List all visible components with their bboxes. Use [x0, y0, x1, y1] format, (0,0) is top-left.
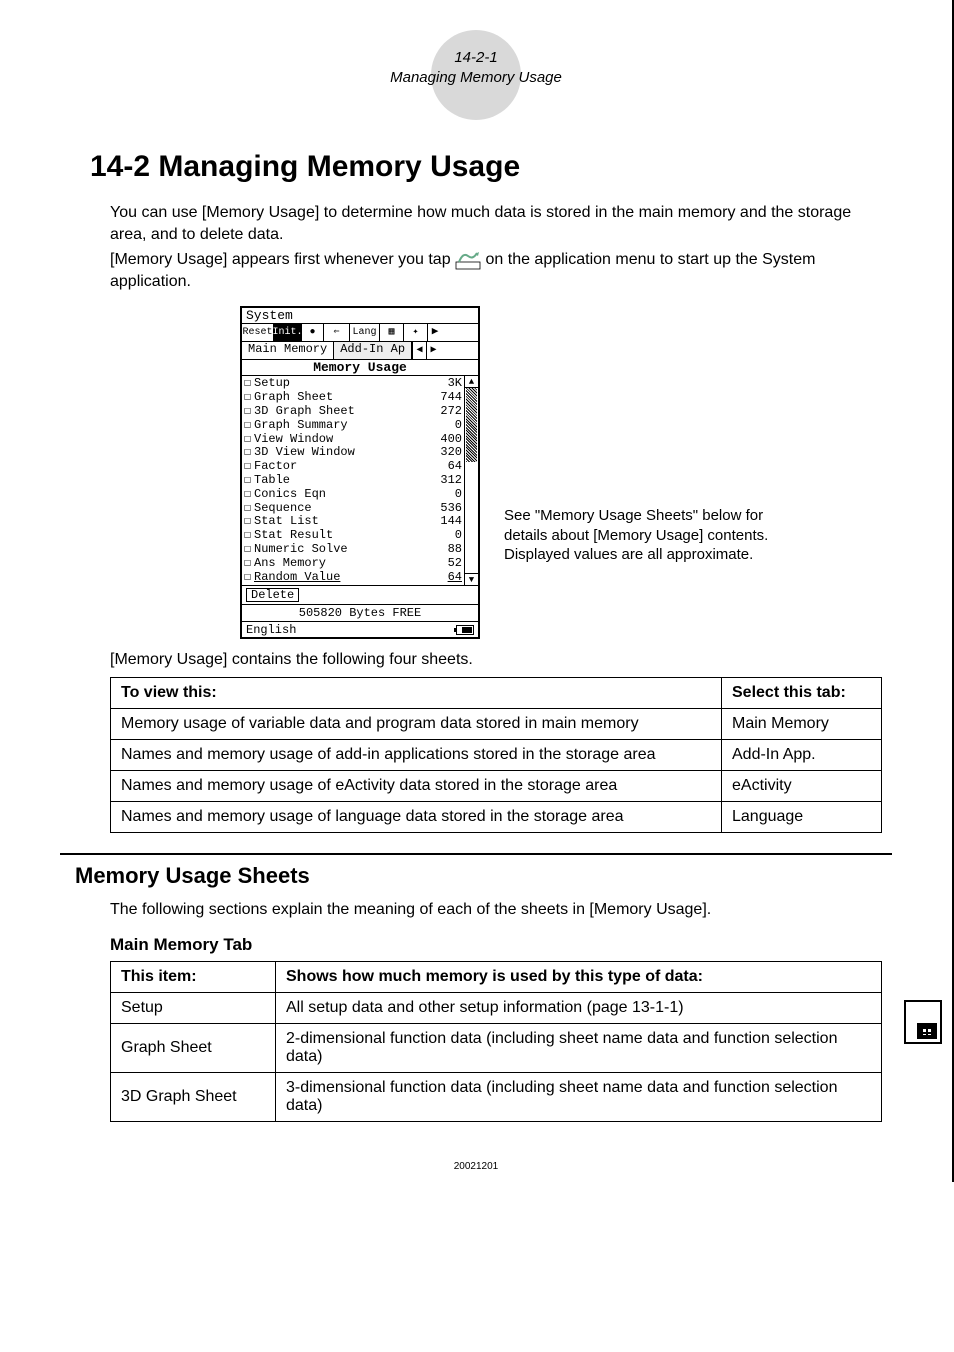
toolbar-lang-button[interactable]: Lang	[350, 324, 380, 341]
badge-number: 14-2-1	[390, 48, 562, 68]
list-item[interactable]: ☐Conics Eqn0	[244, 488, 462, 502]
intro-para-2: [Memory Usage] appears first whenever yo…	[110, 249, 882, 292]
scroll-up-icon[interactable]: ▲	[465, 376, 478, 388]
memory-item-list: ☐Setup3K ☐Graph Sheet744 ☐3D Graph Sheet…	[242, 376, 464, 585]
list-item[interactable]: ☐Table312	[244, 474, 462, 488]
system-app-icon	[455, 250, 481, 270]
mm-table-h1: This item:	[111, 961, 276, 992]
list-item[interactable]: ☐Stat Result0	[244, 529, 462, 543]
bytes-free-label: 505820 Bytes FREE	[242, 604, 478, 621]
table-row: Names and memory usage of add-in applica…	[111, 739, 882, 770]
scroll-down-icon[interactable]: ▼	[465, 573, 478, 585]
table-row: Graph Sheet 2-dimensional function data …	[111, 1023, 882, 1072]
scroll-track[interactable]	[465, 388, 478, 573]
screenshot-caption: See "Memory Usage Sheets" below for deta…	[504, 506, 804, 565]
badge-title: Managing Memory Usage	[390, 68, 562, 88]
badge-text: 14-2-1 Managing Memory Usage	[390, 48, 562, 87]
delete-button[interactable]: Delete	[246, 588, 299, 602]
main-memory-tab-heading: Main Memory Tab	[110, 935, 882, 955]
toolbar-more-arrow[interactable]: ▶	[428, 324, 442, 341]
page-nav-icon[interactable]	[904, 1000, 942, 1044]
sheets-table: To view this: Select this tab: Memory us…	[110, 677, 882, 833]
list-item[interactable]: ☐3D View Window320	[244, 446, 462, 460]
subsection-intro: The following sections explain the meani…	[110, 899, 882, 921]
tab-main-memory[interactable]: Main Memory	[242, 342, 334, 359]
toolbar-init-button[interactable]: Init.	[274, 324, 302, 341]
calc-window-title: System	[242, 308, 478, 324]
sheets-intro: [Memory Usage] contains the following fo…	[110, 649, 882, 671]
list-item[interactable]: ☐View Window400	[244, 433, 462, 447]
tab-scroll-right[interactable]: ▶	[426, 342, 440, 359]
table-row: Setup All setup data and other setup inf…	[111, 992, 882, 1023]
table-row: Names and memory usage of language data …	[111, 801, 882, 832]
tab-scroll-left[interactable]: ◀	[412, 342, 426, 359]
calc-scrollbar[interactable]: ▲ ▼	[464, 376, 478, 585]
table-row: 3D Graph Sheet 3-dimensional function da…	[111, 1072, 882, 1121]
list-item[interactable]: ☐Ans Memory52	[244, 557, 462, 571]
toolbar-misc-button[interactable]: ✦	[404, 324, 428, 341]
intro-p2a: [Memory Usage] appears first whenever yo…	[110, 251, 455, 268]
scroll-thumb[interactable]	[466, 388, 477, 462]
caption-line-1: See "Memory Usage Sheets" below for deta…	[504, 506, 804, 545]
mm-table-h2: Shows how much memory is used by this ty…	[276, 961, 882, 992]
calc-toolbar: Reset Init. ● ⇐ Lang ▦ ✦ ▶	[242, 324, 478, 342]
list-item[interactable]: ☐Graph Summary0	[244, 419, 462, 433]
tab-add-in-app[interactable]: Add-In Ap	[334, 342, 412, 359]
subsection-heading: Memory Usage Sheets	[75, 863, 892, 889]
list-item[interactable]: ☐Stat List144	[244, 515, 462, 529]
section-title: 14-2 Managing Memory Usage	[90, 150, 892, 184]
status-language: English	[246, 624, 296, 636]
sheets-table-h2: Select this tab:	[722, 677, 882, 708]
calculator-screenshot: System Reset Init. ● ⇐ Lang ▦ ✦ ▶ Main M…	[240, 306, 480, 639]
toolbar-reset-button[interactable]: Reset	[242, 324, 274, 341]
sheets-table-h1: To view this:	[111, 677, 722, 708]
list-item[interactable]: ☐Random Value64	[244, 571, 462, 585]
section-divider	[60, 853, 892, 855]
keypad-icon	[917, 1023, 937, 1039]
calc-status-bar: English	[242, 621, 478, 637]
caption-line-2: Displayed values are all approximate.	[504, 545, 804, 565]
list-item[interactable]: ☐Graph Sheet744	[244, 391, 462, 405]
page-header-badge: 14-2-1 Managing Memory Usage	[60, 20, 892, 120]
list-item[interactable]: ☐Setup3K	[244, 377, 462, 391]
list-item[interactable]: ☐Numeric Solve88	[244, 543, 462, 557]
toolbar-keyboard-button[interactable]: ▦	[380, 324, 404, 341]
intro-para-1: You can use [Memory Usage] to determine …	[110, 202, 882, 245]
main-memory-table: This item: Shows how much memory is used…	[110, 961, 882, 1122]
page-footer-code: 20021201	[0, 1161, 952, 1172]
table-row: Memory usage of variable data and progra…	[111, 708, 882, 739]
toolbar-contrast-button[interactable]: ●	[302, 324, 324, 341]
battery-icon	[456, 625, 474, 635]
table-row: Names and memory usage of eActivity data…	[111, 770, 882, 801]
calc-subheader: Memory Usage	[242, 360, 478, 376]
toolbar-back-button[interactable]: ⇐	[324, 324, 350, 341]
list-item[interactable]: ☐Sequence536	[244, 502, 462, 516]
calc-tab-bar: Main Memory Add-In Ap ◀ ▶	[242, 342, 478, 360]
list-item[interactable]: ☐3D Graph Sheet272	[244, 405, 462, 419]
list-item[interactable]: ☐Factor64	[244, 460, 462, 474]
